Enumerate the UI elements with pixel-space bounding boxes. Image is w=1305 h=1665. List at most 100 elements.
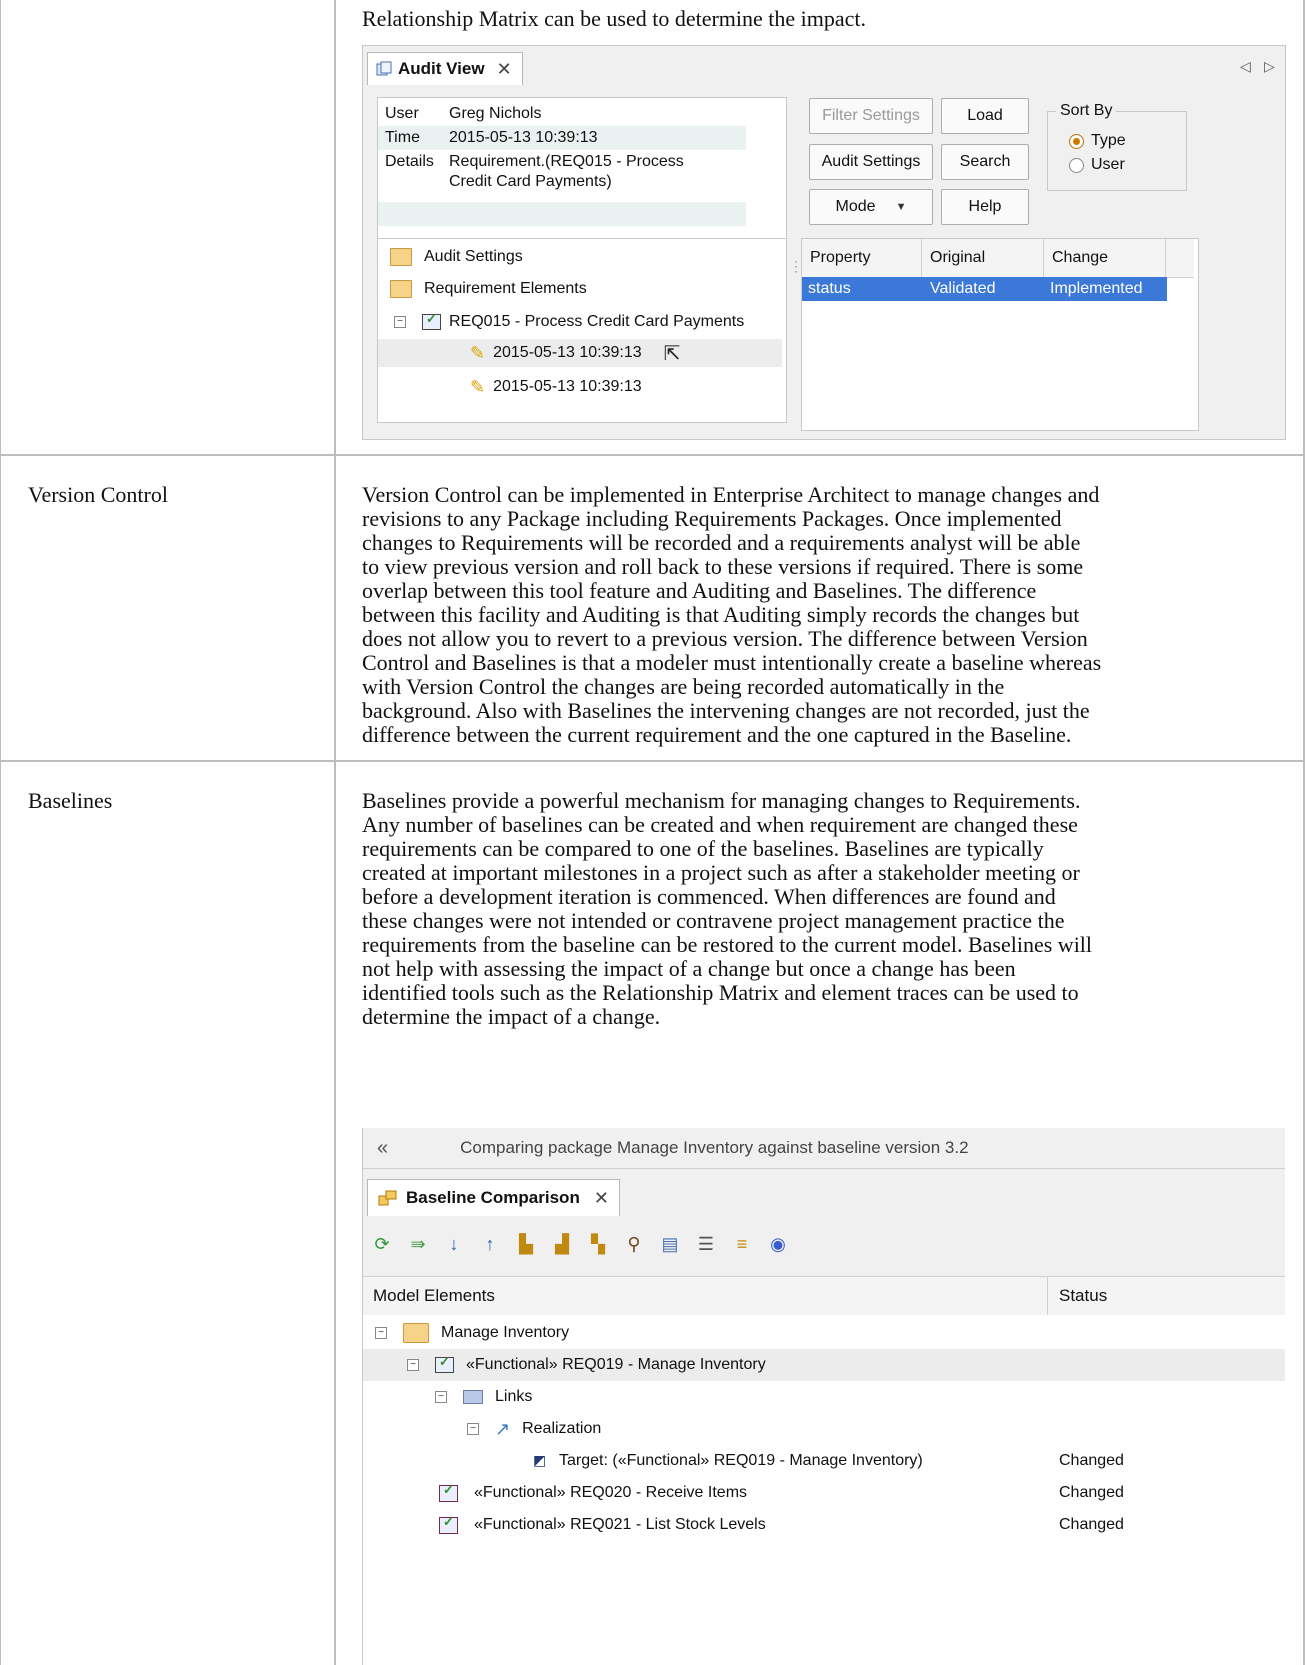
tree-item-realization[interactable]: − ↗ Realization xyxy=(467,1413,601,1445)
requirement-icon xyxy=(439,1482,458,1502)
tree-label: Realization xyxy=(522,1420,602,1437)
info-value: Credit Card Payments) xyxy=(449,173,612,190)
scroll-left-icon[interactable]: ◁ xyxy=(1240,58,1251,75)
mode-dropdown[interactable]: Mode ▼ xyxy=(809,189,933,225)
tree-label: 2015-05-13 10:39:13 xyxy=(493,378,642,395)
links-icon xyxy=(463,1390,483,1404)
collapse-tree-icon[interactable]: ▟ xyxy=(551,1234,573,1255)
load-button[interactable]: Load xyxy=(941,98,1029,134)
arrow-down-icon[interactable]: ↓ xyxy=(443,1234,465,1255)
tree-label: Requirement Elements xyxy=(424,280,587,297)
text-line: difference between the current requireme… xyxy=(362,722,1072,747)
text-line: identified tools such as the Relationshi… xyxy=(362,980,1079,1005)
text-line: Control and Baselines is that a modeler … xyxy=(362,650,1102,675)
tab-baseline-label: Baseline Comparison xyxy=(406,1188,580,1207)
info-value: Requirement.(REQ015 - Process xyxy=(449,153,684,170)
collapse-double-chevron-icon[interactable]: « xyxy=(377,1137,388,1160)
column-header-model-elements[interactable]: Model Elements xyxy=(373,1286,495,1306)
property-grid: Property Original Change status Validate… xyxy=(801,238,1199,431)
requirement-icon xyxy=(439,1514,458,1534)
document-table: Relationship Matrix can be used to deter… xyxy=(0,0,1305,1665)
info-row-blank xyxy=(378,202,746,226)
filter-icon[interactable]: ≡ xyxy=(731,1234,753,1255)
row-divider-2 xyxy=(0,760,1305,762)
status-cell: Changed xyxy=(1059,1452,1124,1469)
close-icon[interactable]: ✕ xyxy=(594,1188,609,1209)
column-header-original[interactable]: Original xyxy=(922,239,1044,277)
tree-label: REQ015 - Process Credit Card Payments xyxy=(449,313,745,330)
tab-audit-view-label: Audit View xyxy=(398,59,485,78)
tree-item-req020[interactable]: «Functional» REQ020 - Receive Items xyxy=(439,1477,747,1509)
merge-icon[interactable]: ⇛ xyxy=(407,1234,429,1255)
arrow-up-icon[interactable]: ↑ xyxy=(479,1234,501,1255)
tab-baseline-comparison[interactable]: Baseline Comparison ✕ xyxy=(367,1179,620,1216)
text-line: before a development iteration is commen… xyxy=(362,884,1056,909)
folder-icon xyxy=(390,280,412,298)
text-line: does not allow you to revert to a previo… xyxy=(362,626,1088,651)
search-button[interactable]: Search xyxy=(941,144,1029,180)
audit-tree: Audit Settings Requirement Elements − RE… xyxy=(377,238,787,423)
tree-label: Manage Inventory xyxy=(441,1324,570,1341)
tree-item-audit-settings[interactable]: Audit Settings xyxy=(390,243,523,271)
column-header-status[interactable]: Status xyxy=(1059,1286,1107,1306)
expand-tree-icon[interactable]: ▙ xyxy=(515,1234,537,1255)
help-icon[interactable]: ◉ xyxy=(767,1234,789,1255)
tree-item-target[interactable]: ◩ Target: («Functional» REQ019 - Manage … xyxy=(533,1445,923,1477)
tree-item-requirement[interactable]: − REQ015 - Process Credit Card Payments xyxy=(394,308,744,336)
tree-label: «Functional» REQ020 - Receive Items xyxy=(474,1484,748,1501)
mode-label: Mode xyxy=(835,198,876,215)
tree-item-entry[interactable]: ✎ 2015-05-13 10:39:13 ⇱ xyxy=(378,339,782,367)
chevron-down-icon: ▼ xyxy=(895,201,907,213)
column-divider xyxy=(1047,1277,1048,1315)
sort-user-label: User xyxy=(1091,156,1125,173)
sort-type-radio[interactable]: Type xyxy=(1069,132,1126,150)
tab-audit-view[interactable]: Audit View ✕ xyxy=(367,52,523,85)
table-row[interactable]: status Validated Implemented xyxy=(802,277,1167,301)
sort-by-label: Sort By xyxy=(1056,102,1117,120)
find-icon[interactable]: ⚲ xyxy=(623,1234,645,1255)
audit-settings-button[interactable]: Audit Settings xyxy=(809,144,933,180)
collapse-icon[interactable]: − xyxy=(394,316,406,328)
column-header-change[interactable]: Change xyxy=(1044,239,1166,277)
export-xml-icon[interactable]: ▤ xyxy=(659,1234,681,1255)
grid-header: Property Original Change xyxy=(802,239,1194,278)
tree-label: «Functional» REQ021 - List Stock Levels xyxy=(474,1516,766,1533)
info-key: Time xyxy=(385,129,420,146)
sort-user-radio[interactable]: User xyxy=(1069,156,1125,174)
tree-item-entry[interactable]: ✎ 2015-05-13 10:39:13 xyxy=(470,373,642,401)
cell-change: Implemented xyxy=(1050,280,1143,297)
info-row-user: User Greg Nichols xyxy=(378,102,746,126)
pencil-icon: ✎ xyxy=(470,342,486,363)
help-button[interactable]: Help xyxy=(941,189,1029,225)
scroll-right-icon[interactable]: ▷ xyxy=(1264,58,1275,75)
text-line: not help with assessing the impact of a … xyxy=(362,956,1016,981)
next-change-icon[interactable]: ▚ xyxy=(587,1234,609,1255)
filter-settings-button[interactable]: Filter Settings xyxy=(809,98,933,134)
tree-item-package[interactable]: − Manage Inventory xyxy=(375,1317,569,1349)
audit-view-window: Audit View ✕ ◁ ▷ User Greg Nichols Time … xyxy=(362,45,1286,440)
radio-selected-icon xyxy=(1069,133,1084,149)
left-border xyxy=(0,0,1,1665)
text-line: revisions to any Package including Requi… xyxy=(362,506,1062,531)
tree-item-requirement-elements[interactable]: Requirement Elements xyxy=(390,275,587,303)
collapse-icon[interactable]: − xyxy=(467,1423,479,1435)
tree-item-req021[interactable]: «Functional» REQ021 - List Stock Levels xyxy=(439,1509,766,1541)
refresh-icon[interactable]: ⟳ xyxy=(371,1234,393,1255)
options-icon[interactable]: ☰ xyxy=(695,1234,717,1255)
tree-item-links[interactable]: − Links xyxy=(435,1381,532,1413)
close-icon[interactable]: ✕ xyxy=(497,59,512,80)
requirement-icon xyxy=(435,1354,454,1373)
text-line: Baselines provide a powerful mechanism f… xyxy=(362,788,1081,813)
text-line: requirements from the baseline can be re… xyxy=(362,932,1093,957)
row-divider-1 xyxy=(0,454,1305,456)
row-top-text: Relationship Matrix can be used to deter… xyxy=(362,6,867,31)
collapse-icon[interactable]: − xyxy=(375,1327,387,1339)
info-row-time: Time 2015-05-13 10:39:13 xyxy=(378,126,746,150)
status-cell: Changed xyxy=(1059,1484,1124,1501)
collapse-icon[interactable]: − xyxy=(435,1391,447,1403)
folder-icon xyxy=(403,1323,429,1343)
collapse-icon[interactable]: − xyxy=(407,1359,419,1371)
column-header-property[interactable]: Property xyxy=(802,239,922,277)
text-line: these changes were not intended or contr… xyxy=(362,908,1065,933)
tree-item-requirement[interactable]: − «Functional» REQ019 - Manage Inventory xyxy=(363,1349,1285,1381)
